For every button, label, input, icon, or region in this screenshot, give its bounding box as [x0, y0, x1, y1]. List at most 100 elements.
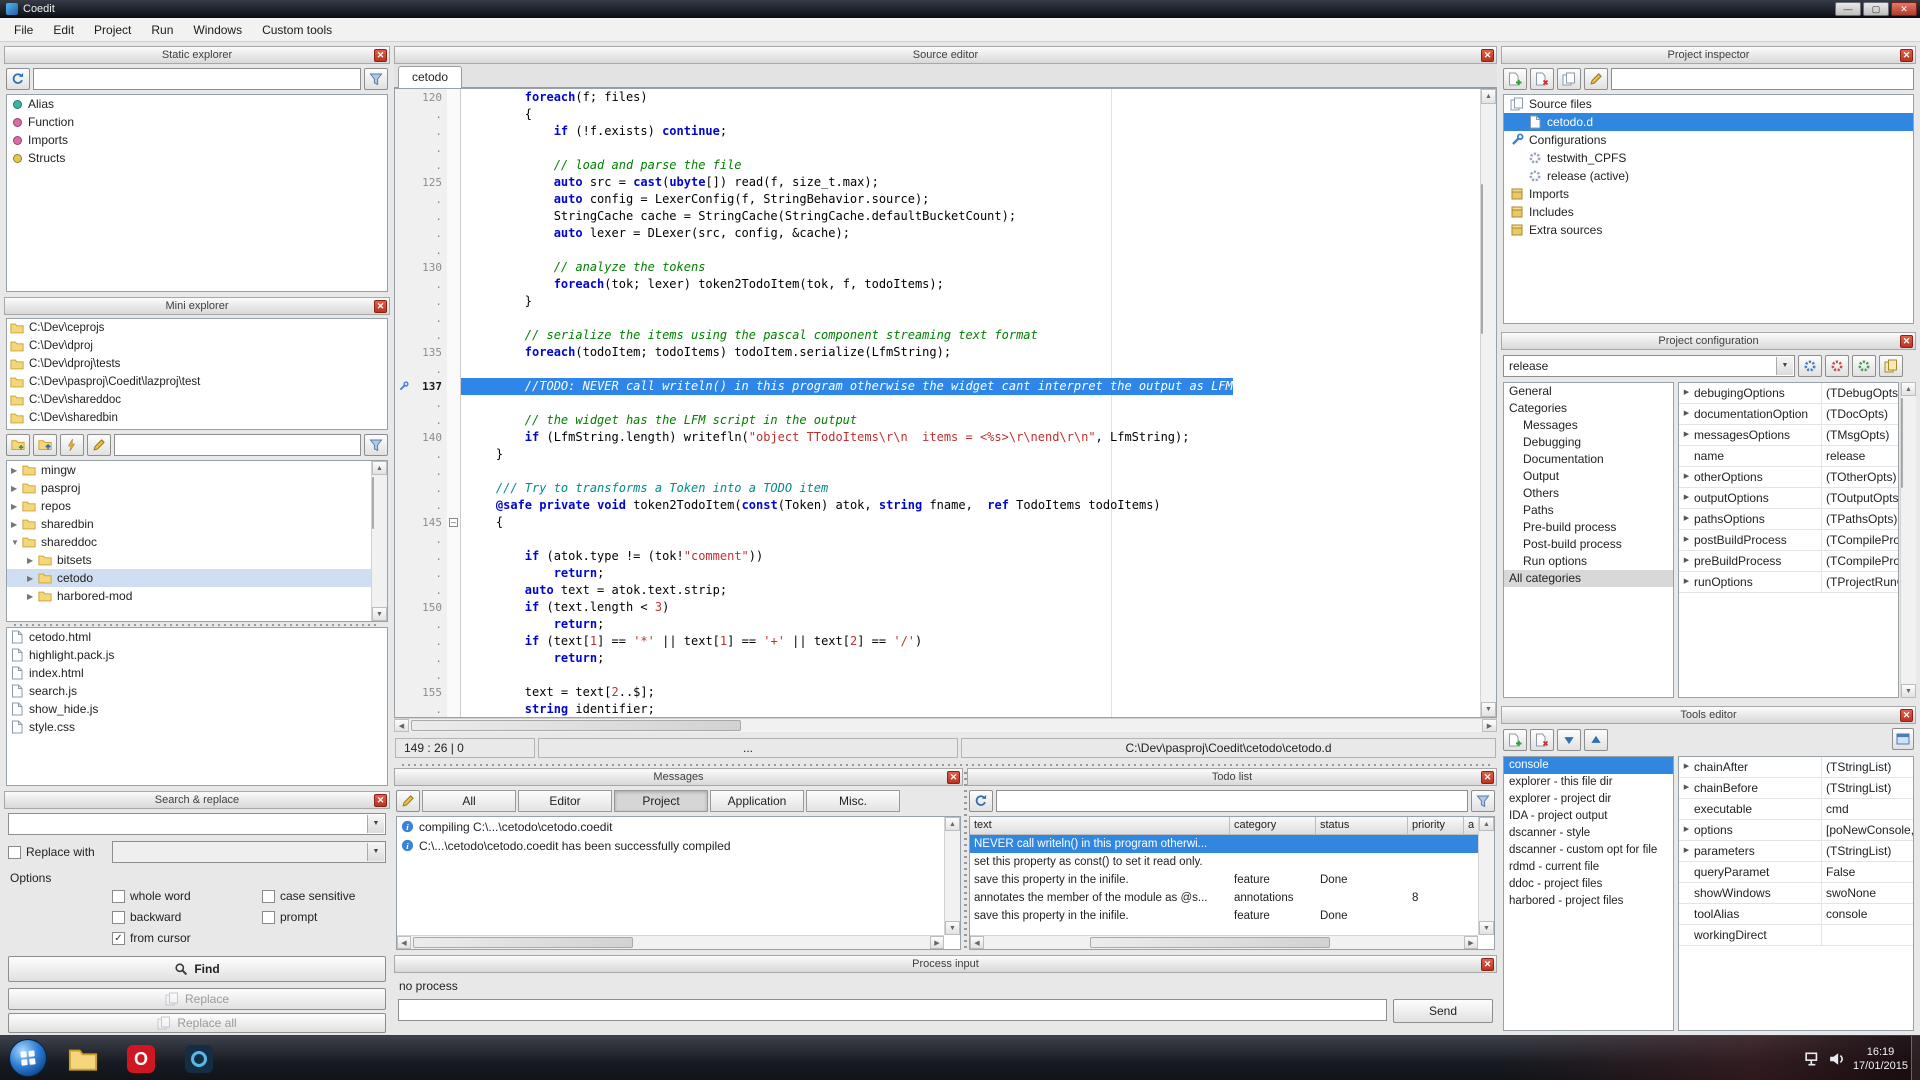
symbol-item[interactable]: Imports [7, 131, 387, 149]
search-term-combo[interactable]: ▼ [8, 813, 386, 835]
tool-item[interactable]: dscanner - style [1504, 825, 1673, 842]
expander-icon[interactable]: ▶ [1679, 530, 1694, 550]
property-row[interactable]: ▶documentationOption(TDocOpts) [1679, 404, 1898, 425]
chevron-collapsed-icon[interactable]: ▶ [11, 502, 22, 511]
clone-config-button[interactable] [1852, 355, 1876, 377]
run-tool-button[interactable] [1892, 728, 1914, 750]
code-line[interactable]: . [395, 395, 1479, 412]
file-item[interactable]: index.html [7, 664, 387, 682]
expander-icon[interactable]: ▶ [1679, 551, 1694, 571]
editor-vscrollbar[interactable]: ▲ ▼ [1480, 89, 1496, 717]
start-button[interactable] [9, 1039, 47, 1077]
code-line[interactable]: . if (atok.type != (tok!"comment")) [395, 548, 1479, 565]
configuration-combo[interactable]: release ▼ [1503, 355, 1795, 377]
messages-tab-all[interactable]: All [422, 790, 516, 812]
folder-tree-item[interactable]: ▶repos [7, 497, 387, 515]
property-row[interactable]: namerelease [1679, 446, 1898, 467]
property-value[interactable]: (TOtherOpts) [1822, 467, 1898, 487]
code-line[interactable]: . foreach(tok; lexer) token2TodoItem(tok… [395, 276, 1479, 293]
code-line[interactable]: . [395, 310, 1479, 327]
favorite-path-item[interactable]: C:\Dev\pasproj\Coedit\lazproj\test [7, 373, 387, 391]
taskbar-app-button[interactable] [182, 1042, 216, 1076]
code-line[interactable]: . auto text = atok.text.strip; [395, 582, 1479, 599]
messages-hscrollbar[interactable]: ◀ ▶ [397, 935, 944, 949]
favorite-path-item[interactable]: C:\Dev\ceprojs [7, 319, 387, 337]
code-line[interactable]: . } [395, 446, 1479, 463]
config-category[interactable]: Paths [1504, 502, 1673, 519]
folder-tree-scrollbar[interactable]: ▲ ▼ [371, 461, 387, 621]
messages-tab-project[interactable]: Project [614, 790, 708, 812]
add-source-button[interactable] [1503, 68, 1527, 90]
code-line[interactable]: 125 auto src = cast(ubyte[]) read(f, siz… [395, 174, 1479, 191]
taskbar-clock[interactable]: 16:19 17/01/2015 [1853, 1045, 1908, 1073]
property-row[interactable]: ▶options[poNewConsole,poNew [1679, 820, 1913, 841]
close-panel-icon[interactable]: ✕ [374, 794, 387, 807]
tool-item[interactable]: explorer - this file dir [1504, 774, 1673, 791]
process-input-field[interactable] [398, 999, 1387, 1021]
property-row[interactable]: ▶otherOptions(TOtherOpts) [1679, 467, 1898, 488]
fold-collapse-icon[interactable]: – [449, 518, 458, 527]
expander-icon[interactable]: ▶ [1679, 820, 1694, 840]
todo-column-priority[interactable]: priority [1408, 817, 1464, 835]
maximize-button[interactable]: ▢ [1863, 2, 1889, 16]
config-category[interactable]: Pre-build process [1504, 519, 1673, 536]
tool-item[interactable]: dscanner - custom opt for file [1504, 842, 1673, 859]
file-item[interactable]: style.css [7, 718, 387, 736]
tool-item[interactable]: explorer - project dir [1504, 791, 1673, 808]
editor-hscrollbar[interactable]: ◀ ▶ [394, 718, 1497, 732]
folder-tree-item[interactable]: ▶bitsets [7, 551, 387, 569]
option-case-sensitive[interactable]: case sensitive [262, 889, 386, 903]
property-row[interactable]: ▶chainAfter(TStringList) [1679, 757, 1913, 778]
menu-windows[interactable]: Windows [183, 18, 252, 42]
config-category[interactable]: All categories [1504, 570, 1673, 587]
messages-tab-misc[interactable]: Misc. [806, 790, 900, 812]
symbol-search-input[interactable] [33, 68, 361, 90]
option-backward[interactable]: backward [112, 910, 262, 924]
property-row[interactable]: toolAliasconsole [1679, 904, 1913, 925]
project-tree-item[interactable]: Extra sources [1504, 221, 1913, 239]
property-value[interactable]: release [1822, 446, 1898, 466]
property-value[interactable]: cmd [1822, 799, 1913, 819]
expander-icon[interactable]: ▶ [1679, 509, 1694, 529]
code-line[interactable]: . // load and parse the file [395, 157, 1479, 174]
checkbox[interactable] [112, 911, 125, 924]
fold-column[interactable]: – [447, 514, 461, 531]
sync-config-button[interactable] [1879, 355, 1903, 377]
chevron-collapsed-icon[interactable]: ▶ [27, 592, 38, 601]
messages-tab-application[interactable]: Application [710, 790, 804, 812]
todo-row[interactable]: save this property in the inifile.featur… [970, 871, 1494, 889]
filter-button[interactable] [364, 434, 388, 456]
config-category[interactable]: Others [1504, 485, 1673, 502]
expander-icon[interactable]: ▶ [1679, 841, 1694, 861]
tool-item[interactable]: IDA - project output [1504, 808, 1673, 825]
close-panel-icon[interactable]: ✕ [1481, 771, 1494, 784]
property-row[interactable]: ▶pathsOptions(TPathsOpts) [1679, 509, 1898, 530]
filter-button[interactable] [364, 68, 388, 90]
favorite-path-item[interactable]: C:\Dev\sharedbin [7, 409, 387, 427]
close-panel-icon[interactable]: ✕ [947, 771, 960, 784]
code-line[interactable]: . [395, 242, 1479, 259]
code-line[interactable]: 120 foreach(f; files) [395, 89, 1479, 106]
property-value[interactable]: (TStringList) [1822, 757, 1913, 777]
code-line[interactable]: 135 foreach(todoItem; todoItems) todoIte… [395, 344, 1479, 361]
shell-open-button[interactable] [60, 434, 84, 456]
config-category[interactable]: Documentation [1504, 451, 1673, 468]
todo-filter-input[interactable] [996, 790, 1468, 812]
expander-icon[interactable]: ▶ [1679, 488, 1694, 508]
close-panel-icon[interactable]: ✕ [374, 49, 387, 62]
expander-icon[interactable]: ▶ [1679, 404, 1694, 424]
todo-hscrollbar[interactable]: ◀ ▶ [970, 935, 1478, 949]
checkbox[interactable] [112, 890, 125, 903]
favorite-path-item[interactable]: C:\Dev\dproj [7, 337, 387, 355]
network-icon[interactable] [1805, 1052, 1821, 1066]
file-item[interactable]: show_hide.js [7, 700, 387, 718]
project-tree-item[interactable]: Source files [1504, 95, 1913, 113]
config-category[interactable]: Run options [1504, 553, 1673, 570]
code-line[interactable]: . return; [395, 650, 1479, 667]
close-panel-icon[interactable]: ✕ [1481, 49, 1494, 62]
property-row[interactable]: showWindowsswoNone [1679, 883, 1913, 904]
add-config-button[interactable] [1798, 355, 1822, 377]
config-category[interactable]: Post-build process [1504, 536, 1673, 553]
property-value[interactable]: (TStringList) [1822, 778, 1913, 798]
todo-row[interactable]: set this property as const() to set it r… [970, 853, 1494, 871]
